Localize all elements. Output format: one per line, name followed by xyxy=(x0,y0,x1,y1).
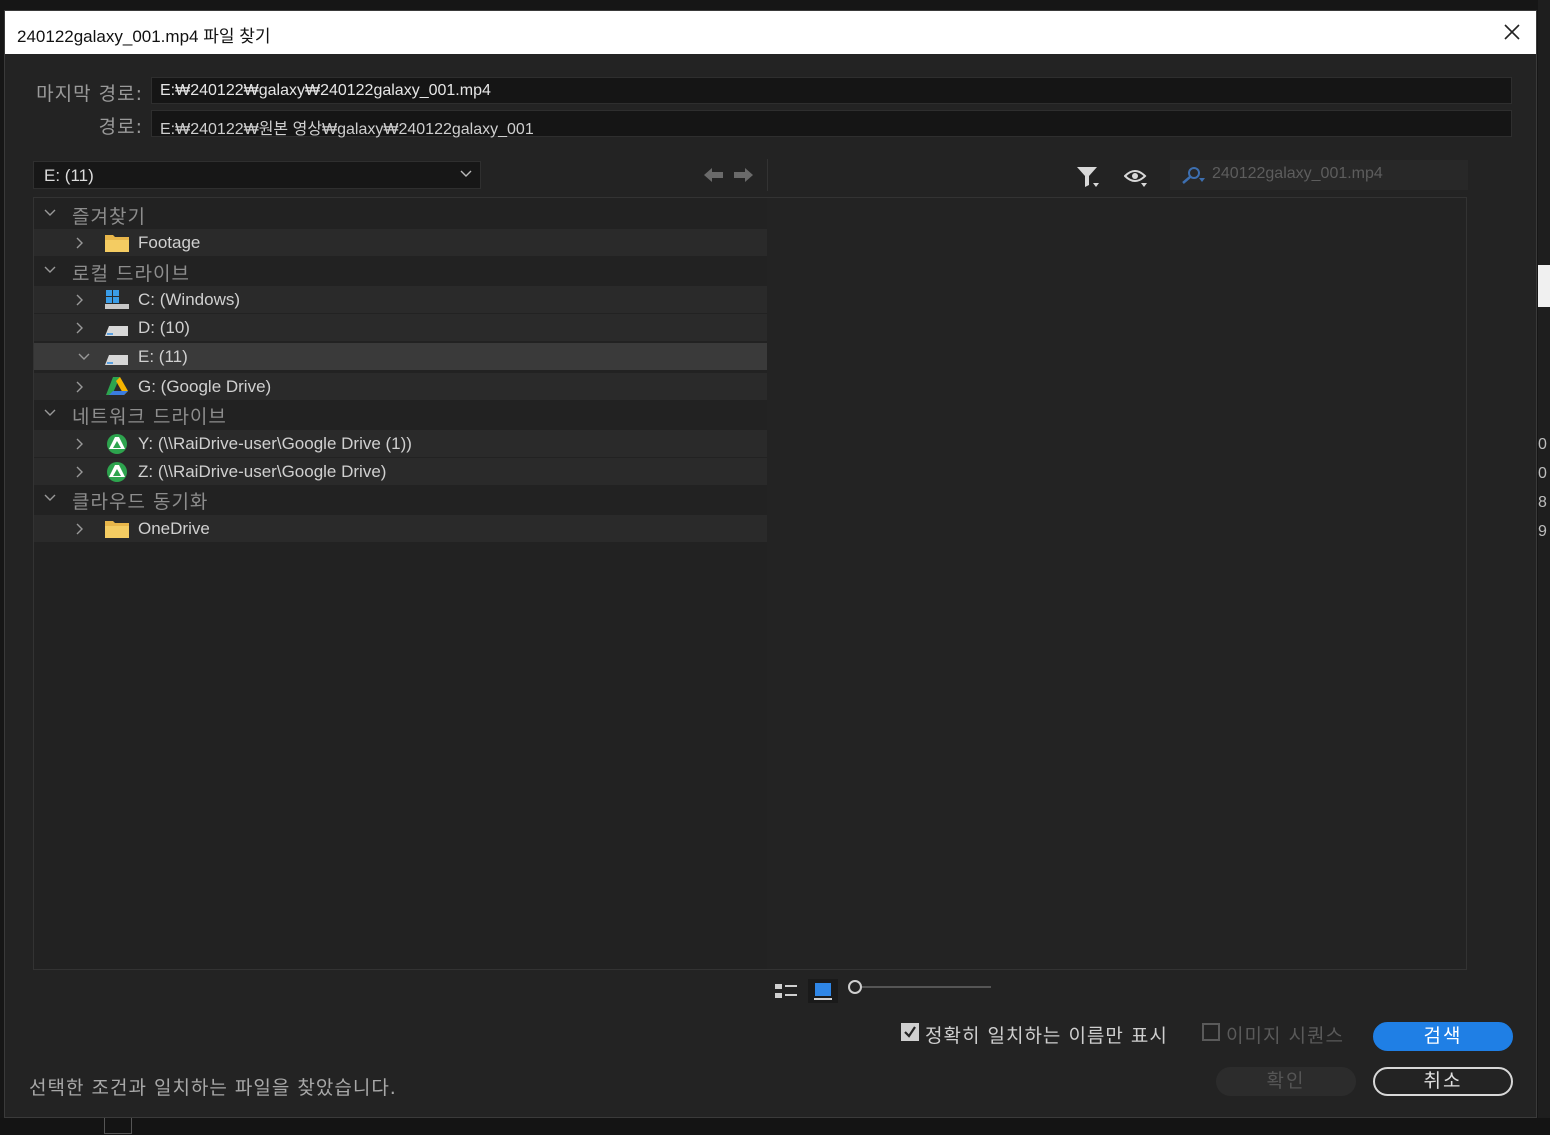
chevron-down-icon xyxy=(460,170,472,177)
chevron-right-icon[interactable] xyxy=(76,438,84,450)
background-digit: 8 xyxy=(1538,494,1547,511)
exact-match-checkbox[interactable] xyxy=(901,1023,919,1041)
network-google-drive-icon xyxy=(107,462,127,482)
drive-icon xyxy=(105,326,128,336)
tree-category-label: 클라우드 동기화 xyxy=(72,491,209,513)
tree-item-label: C: (Windows) xyxy=(138,290,241,309)
title-bar[interactable]: 240122galaxy_001.mp4 파일 찾기 xyxy=(5,11,1536,54)
image-sequence-checkbox[interactable] xyxy=(1202,1023,1220,1041)
tree-category-favorites[interactable]: 즐겨찾기 xyxy=(34,200,767,228)
background-digit: 0 xyxy=(1538,436,1547,453)
cancel-button[interactable]: 취소 xyxy=(1373,1067,1513,1096)
chevron-down-icon[interactable] xyxy=(78,353,90,361)
ok-button[interactable]: 확인 xyxy=(1216,1067,1356,1096)
background-digit: 9 xyxy=(1538,523,1547,540)
chevron-right-icon[interactable] xyxy=(76,466,84,478)
tree-category-label: 네트워크 드라이브 xyxy=(72,406,227,428)
tree-item-drive-g[interactable]: G: (Google Drive) xyxy=(34,373,767,400)
exact-match-label: 정확히 일치하는 이름만 표시 xyxy=(925,1025,1168,1047)
chevron-right-icon[interactable] xyxy=(76,294,84,306)
folder-icon xyxy=(105,521,129,538)
chevron-down-icon xyxy=(44,409,56,416)
file-preview-panel[interactable] xyxy=(767,197,1467,970)
tree-item-drive-z[interactable]: Z: (\\RaiDrive-user\Google Drive) xyxy=(34,458,767,485)
tree-category-local-drives[interactable]: 로컬 드라이브 xyxy=(34,257,767,285)
forward-arrow-icon[interactable] xyxy=(733,167,753,183)
zoom-slider-handle[interactable] xyxy=(848,980,862,994)
last-path-label: 마지막 경로: xyxy=(36,83,143,105)
chevron-down-icon xyxy=(44,494,56,501)
toolbar-divider xyxy=(767,159,768,191)
close-icon xyxy=(1504,24,1520,40)
navigation-tree[interactable]: 즐겨찾기 Footage 로컬 드라이브 C: (Windows) D: (10… xyxy=(33,197,768,970)
path-label: 경로: xyxy=(98,116,143,138)
drive-select[interactable]: E: (11) xyxy=(33,161,481,189)
windows-drive-icon xyxy=(105,290,129,309)
tree-item-drive-d[interactable]: D: (10) xyxy=(34,314,767,341)
list-view-icon[interactable] xyxy=(773,979,801,1003)
filter-icon[interactable] xyxy=(1076,166,1100,188)
close-button[interactable] xyxy=(1500,20,1524,44)
tree-item-label: E: (11) xyxy=(138,347,188,366)
search-icon xyxy=(1182,167,1205,184)
google-drive-icon xyxy=(106,377,128,395)
chevron-down-icon xyxy=(44,209,56,216)
tree-item-label: Y: (\\RaiDrive-user\Google Drive (1)) xyxy=(138,434,412,453)
network-google-drive-icon xyxy=(107,434,127,454)
chevron-right-icon[interactable] xyxy=(76,237,84,249)
background-app-edge xyxy=(1538,0,1550,1135)
zoom-slider-track[interactable] xyxy=(861,986,991,988)
last-path-field[interactable]: E:₩240122₩galaxy₩240122galaxy_001.mp4 xyxy=(151,77,1512,104)
folder-icon xyxy=(105,235,129,252)
icon-view-icon[interactable] xyxy=(808,979,838,1003)
tree-item-label: D: (10) xyxy=(138,318,190,337)
tree-item-onedrive[interactable]: OneDrive xyxy=(34,515,767,542)
tree-item-footage[interactable]: Footage xyxy=(34,229,767,256)
tree-item-label: Footage xyxy=(138,233,201,252)
tree-category-network-drives[interactable]: 네트워크 드라이브 xyxy=(34,400,767,428)
tree-item-label: G: (Google Drive) xyxy=(138,377,272,396)
tree-item-drive-c[interactable]: C: (Windows) xyxy=(34,286,767,313)
tree-item-label: Z: (\\RaiDrive-user\Google Drive) xyxy=(138,462,387,481)
dialog-title: 240122galaxy_001.mp4 파일 찾기 xyxy=(17,27,271,46)
drive-select-value: E: (11) xyxy=(44,166,94,185)
chevron-right-icon[interactable] xyxy=(76,523,84,535)
background-app-bottom xyxy=(0,1118,1550,1135)
eye-icon[interactable] xyxy=(1124,168,1148,188)
search-button[interactable]: 검색 xyxy=(1373,1022,1513,1051)
drive-icon xyxy=(105,355,128,365)
find-file-dialog: 240122galaxy_001.mp4 파일 찾기 마지막 경로: E:₩24… xyxy=(4,10,1537,1118)
tree-category-cloud-sync[interactable]: 클라우드 동기화 xyxy=(34,485,767,513)
search-placeholder: 240122galaxy_001.mp4 xyxy=(1212,165,1383,182)
tree-category-label: 로컬 드라이브 xyxy=(72,263,190,285)
tree-item-drive-y[interactable]: Y: (\\RaiDrive-user\Google Drive (1)) xyxy=(34,430,767,457)
chevron-down-icon xyxy=(44,266,56,273)
chevron-right-icon[interactable] xyxy=(76,322,84,334)
search-input[interactable]: 240122galaxy_001.mp4 xyxy=(1170,160,1468,190)
tree-item-label: OneDrive xyxy=(138,519,210,538)
status-message: 선택한 조건과 일치하는 파일을 찾았습니다. xyxy=(29,1077,397,1099)
background-app-bar xyxy=(1538,265,1550,307)
tree-item-drive-e[interactable]: E: (11) xyxy=(34,343,767,370)
background-digit: 0 xyxy=(1538,465,1547,482)
image-sequence-label: 이미지 시퀀스 xyxy=(1226,1025,1344,1047)
tree-category-label: 즐겨찾기 xyxy=(72,206,146,228)
chevron-right-icon[interactable] xyxy=(76,381,84,393)
back-arrow-icon[interactable] xyxy=(704,167,724,183)
path-field[interactable]: E:₩240122₩원본 영상₩galaxy₩240122galaxy_001 xyxy=(151,110,1512,138)
